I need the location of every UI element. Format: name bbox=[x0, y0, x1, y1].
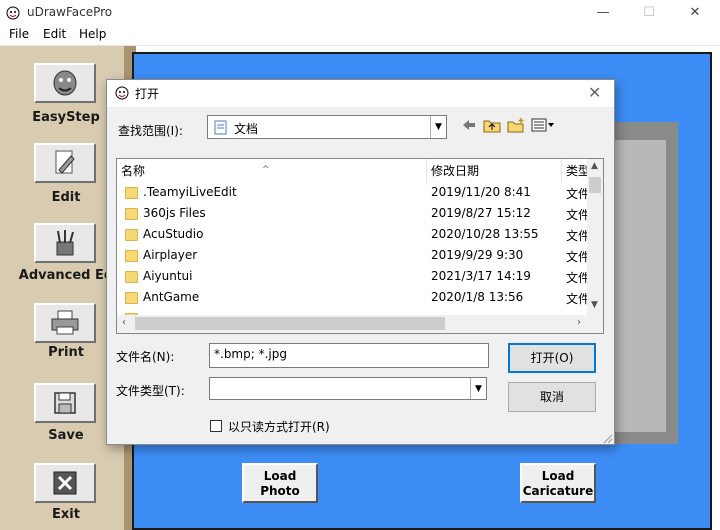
column-name-label: 名称 bbox=[121, 164, 146, 178]
easystep-button[interactable] bbox=[34, 63, 96, 103]
file-name: AntGame bbox=[143, 290, 200, 304]
file-name: .TeamyiLiveEdit bbox=[143, 185, 237, 199]
file-name: AcuStudio bbox=[143, 227, 204, 241]
file-modified: 2020/10/28 13:55 bbox=[431, 227, 539, 241]
vertical-scrollbar[interactable]: ▲ ▼ bbox=[587, 159, 603, 315]
open-file-dialog: 打开 ✕ 查找范围(I): 文档 ▼ 名称 ^ 修改日期 类型 .TeamyiL… bbox=[106, 79, 615, 445]
look-in-label: 查找范围(I): bbox=[118, 124, 183, 138]
printer-icon bbox=[51, 310, 79, 335]
file-modified: 2019/8/27 15:12 bbox=[431, 206, 531, 220]
folder-icon bbox=[125, 187, 138, 199]
up-folder-icon[interactable] bbox=[483, 117, 501, 133]
load-photo-line1: Load bbox=[263, 469, 297, 483]
file-modified: 2019/9/29 9:30 bbox=[431, 248, 524, 262]
floppy-disk-icon bbox=[54, 392, 76, 414]
documents-icon bbox=[214, 120, 227, 135]
file-row[interactable]: .TeamyiLiveEdit 2019/11/20 8:41 文件 bbox=[117, 183, 590, 204]
exit-label: Exit bbox=[52, 507, 80, 522]
window-title: uDrawFacePro bbox=[27, 5, 113, 19]
chevron-down-icon[interactable]: ▼ bbox=[430, 116, 446, 138]
advanced-edit-button[interactable] bbox=[34, 223, 96, 263]
cancel-button[interactable]: 取消 bbox=[508, 382, 596, 412]
file-name: 360js Files bbox=[143, 206, 206, 220]
sort-ascending-icon: ^ bbox=[262, 165, 270, 175]
title-bar: uDrawFacePro — ☐ ✕ bbox=[0, 0, 720, 26]
file-list[interactable]: 名称 ^ 修改日期 类型 .TeamyiLiveEdit 2019/11/20 … bbox=[116, 158, 604, 334]
print-button[interactable] bbox=[34, 303, 96, 343]
dialog-close-icon[interactable]: ✕ bbox=[588, 83, 601, 102]
edit-button[interactable] bbox=[34, 143, 96, 183]
dialog-title: 打开 bbox=[135, 87, 160, 101]
file-row[interactable]: Airplayer 2019/9/29 9:30 文件 bbox=[117, 246, 590, 267]
file-type-dropdown[interactable]: ▼ bbox=[209, 377, 487, 400]
column-header-name[interactable]: 名称 ^ bbox=[117, 159, 427, 183]
load-caricature-button[interactable]: Load Caricature bbox=[520, 463, 596, 503]
dialog-title-bar: 打开 ✕ bbox=[107, 80, 614, 107]
folder-icon bbox=[125, 229, 138, 241]
maximize-button[interactable]: ☐ bbox=[626, 0, 672, 26]
dialog-face-icon bbox=[115, 86, 129, 100]
menu-bar: File Edit Help bbox=[0, 26, 720, 46]
menu-file[interactable]: File bbox=[9, 27, 29, 41]
look-in-value: 文档 bbox=[234, 122, 259, 136]
file-row[interactable]: AcuStudio 2020/10/28 13:55 文件 bbox=[117, 225, 590, 246]
exit-button[interactable] bbox=[34, 463, 96, 503]
resize-grip-icon[interactable] bbox=[601, 432, 613, 444]
file-name-label: 文件名(N): bbox=[116, 350, 175, 364]
horizontal-scrollbar[interactable]: ‹ › bbox=[117, 315, 603, 333]
view-menu-icon[interactable] bbox=[531, 117, 555, 133]
folder-icon bbox=[125, 271, 138, 283]
scroll-down-icon[interactable]: ▼ bbox=[591, 300, 598, 310]
column-header-modified[interactable]: 修改日期 bbox=[427, 159, 562, 183]
load-photo-button[interactable]: Load Photo bbox=[242, 463, 318, 503]
file-name-input[interactable]: *.bmp; *.jpg bbox=[209, 343, 489, 368]
column-modified-label: 修改日期 bbox=[431, 164, 480, 178]
vertical-scroll-thumb[interactable] bbox=[589, 177, 601, 193]
file-modified: 2019/11/20 8:41 bbox=[431, 185, 531, 199]
load-caricature-line1: Load bbox=[541, 469, 575, 483]
horizontal-scroll-thumb[interactable] bbox=[135, 317, 445, 330]
edit-document-icon bbox=[55, 150, 75, 174]
load-photo-line2: Photo bbox=[260, 484, 300, 498]
preview-area bbox=[612, 140, 666, 432]
window-right-edge bbox=[712, 46, 720, 530]
back-arrow-icon[interactable] bbox=[461, 117, 477, 133]
file-modified: 2021/3/17 14:19 bbox=[431, 269, 531, 283]
new-folder-icon[interactable] bbox=[507, 117, 525, 133]
file-type-label: 文件类型(T): bbox=[116, 384, 185, 398]
folder-icon bbox=[125, 292, 138, 304]
open-button[interactable]: 打开(O) bbox=[508, 343, 596, 373]
file-row[interactable]: AntGame 2020/1/8 13:56 文件 bbox=[117, 288, 590, 309]
menu-edit[interactable]: Edit bbox=[43, 27, 66, 41]
load-caricature-line2: Caricature bbox=[522, 484, 594, 498]
close-box-icon bbox=[53, 471, 77, 495]
file-row[interactable]: Aiyuntui 2021/3/17 14:19 文件 bbox=[117, 267, 590, 288]
file-row[interactable]: 360js Files 2019/8/27 15:12 文件 bbox=[117, 204, 590, 225]
minimize-button[interactable]: — bbox=[580, 0, 626, 26]
save-button[interactable] bbox=[34, 383, 96, 423]
file-name: Airplayer bbox=[143, 248, 198, 262]
scroll-up-icon[interactable]: ▲ bbox=[591, 161, 598, 171]
folder-icon bbox=[125, 250, 138, 262]
close-button[interactable]: ✕ bbox=[672, 0, 718, 26]
look-in-dropdown[interactable]: 文档 ▼ bbox=[207, 115, 447, 139]
file-modified: 2020/1/8 13:56 bbox=[431, 290, 524, 304]
app-face-icon bbox=[6, 6, 20, 20]
file-name: Aiyuntui bbox=[143, 269, 193, 283]
scroll-left-icon[interactable]: ‹ bbox=[122, 317, 126, 328]
folder-icon bbox=[125, 208, 138, 220]
face-icon bbox=[53, 70, 77, 96]
readonly-label: 以只读方式打开(R) bbox=[228, 420, 330, 434]
pencils-icon bbox=[56, 230, 74, 256]
scroll-right-icon[interactable]: › bbox=[577, 317, 581, 328]
readonly-checkbox[interactable] bbox=[210, 420, 222, 432]
menu-help[interactable]: Help bbox=[79, 27, 106, 41]
chevron-down-icon[interactable]: ▼ bbox=[470, 378, 486, 399]
